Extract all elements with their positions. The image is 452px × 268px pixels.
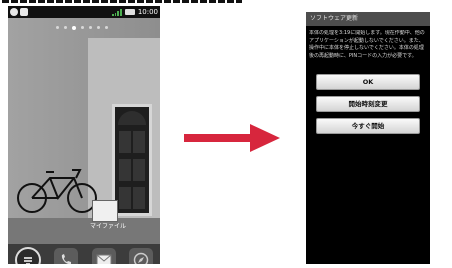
start-now-button[interactable]: 今すぐ開始	[316, 118, 420, 134]
page-dot	[81, 26, 84, 29]
phone-button[interactable]	[54, 248, 79, 264]
mail-icon	[96, 254, 112, 264]
my-files-widget-icon[interactable]	[92, 200, 118, 222]
mail-button[interactable]	[91, 248, 116, 264]
browser-icon	[134, 252, 149, 264]
phone-icon	[62, 254, 72, 264]
notification-icon	[10, 8, 18, 16]
transition-arrow-icon	[184, 124, 280, 152]
signal-icon	[111, 8, 122, 16]
wallpaper-door	[112, 104, 152, 216]
wallpaper: マイファイル	[8, 18, 160, 264]
ok-button[interactable]: OK	[316, 74, 420, 90]
page-dot	[64, 26, 67, 29]
dialog-message: 本体の処理を3:19に開始します。現在作動中、他のアプリケーションが起動しないで…	[309, 30, 425, 59]
page-dot-current	[72, 26, 76, 30]
dialog-title: ソフトウェア更新	[306, 12, 430, 26]
home-page-indicator	[56, 26, 108, 30]
page-dot	[97, 26, 100, 29]
app-dock	[8, 244, 160, 264]
status-bar: 10:00	[8, 6, 160, 18]
page-dot	[89, 26, 92, 29]
launcher-button[interactable]	[14, 247, 41, 264]
launcher-icon	[23, 257, 32, 264]
usb-icon	[20, 8, 28, 16]
status-clock: 10:00	[137, 8, 158, 16]
software-update-screen: ソフトウェア更新 本体の処理を3:19に開始します。現在作動中、他のアプリケーシ…	[306, 12, 430, 264]
change-start-time-button[interactable]: 開始時刻変更	[316, 96, 420, 112]
battery-icon	[124, 9, 135, 15]
home-screen: 10:00 マイファイル	[8, 6, 160, 264]
widget-label: マイファイル	[90, 223, 127, 230]
page-dot	[56, 26, 59, 29]
bicycle-icon	[17, 169, 97, 213]
page-dot	[105, 26, 108, 29]
cropped-heading	[0, 0, 452, 4]
browser-button[interactable]	[129, 248, 154, 264]
